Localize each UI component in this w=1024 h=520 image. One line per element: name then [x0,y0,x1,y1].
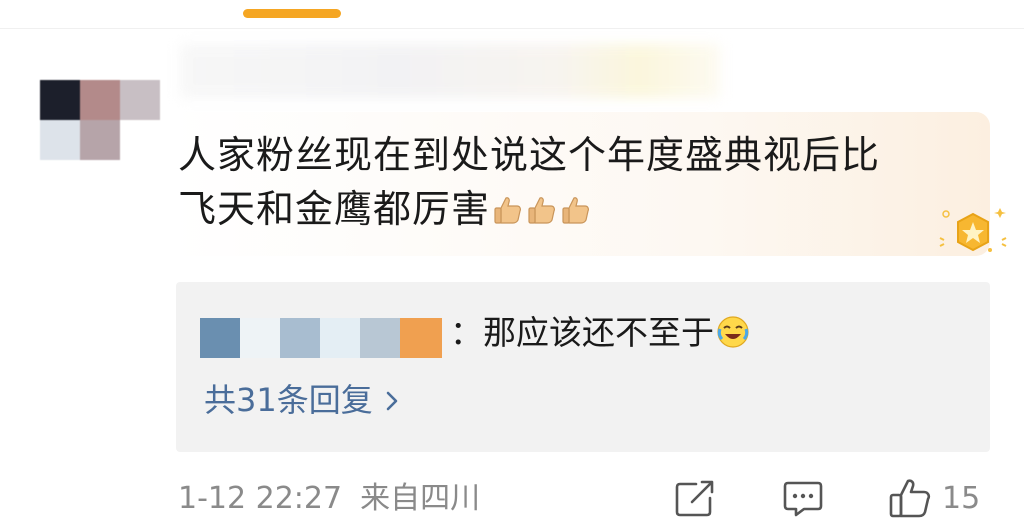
comment-icon [783,481,823,517]
reply-username-blurred [200,318,442,358]
star-badge-icon [939,208,1007,252]
username-blurred [180,44,720,98]
reply-preview-box[interactable] [176,282,990,452]
reply-count-label: 共31条回复 [204,381,373,419]
reply-text-content: ：那应该还不至于 [450,313,714,352]
thumbs-up-icon [562,197,589,224]
thumbs-up-outline-icon [889,479,931,518]
reply-text: ：那应该还不至于 [450,310,750,356]
comment-location: 来自四川 [360,481,481,516]
thumbs-up-icon [528,197,555,224]
like-count: 15 [942,480,981,516]
share-button[interactable] [674,476,716,520]
avatar[interactable] [40,80,160,160]
comment-text-line2: 飞天和金鹰都厉害 [178,187,491,231]
share-icon [675,480,714,517]
view-replies-link[interactable]: 共31条回复 [204,378,401,422]
active-tab-indicator [243,9,341,18]
comment-meta: 1-12 22:27 来自四川 [178,478,480,520]
comment-timestamp: 1-12 22:27 [178,481,343,516]
laughing-crying-icon [717,316,749,348]
comment-text: 人家粉丝现在到处说这个年度盛典视后比 飞天和金鹰都厉害 [178,128,958,236]
top-divider [0,28,1024,29]
thumbs-up-icon [494,197,521,224]
like-button[interactable]: 15 [888,476,980,520]
chevron-right-icon [386,391,398,411]
comment-button[interactable] [782,476,824,520]
comment-text-line1: 人家粉丝现在到处说这个年度盛典视后比 [178,133,881,177]
